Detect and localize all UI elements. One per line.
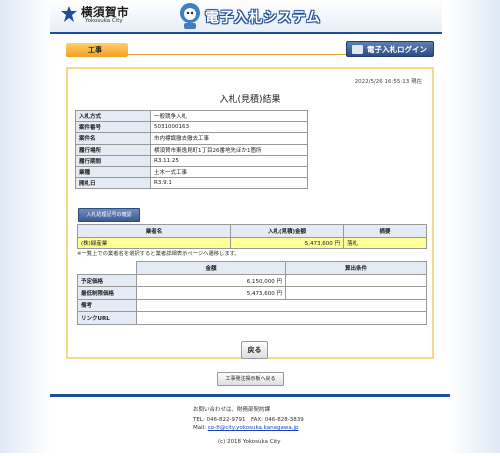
- row-value[interactable]: [136, 311, 427, 325]
- table-row: リンクURL: [77, 311, 427, 325]
- row-amount: 6,150,000 円: [136, 273, 286, 288]
- history-button[interactable]: 入札処理記号の確認: [78, 208, 140, 222]
- row-label: 開札日: [75, 177, 151, 190]
- table-row: 予定価格 6,150,000 円: [77, 273, 427, 288]
- table-row: 備考: [77, 298, 427, 313]
- tab-kouji[interactable]: 工事: [66, 43, 128, 57]
- bid-table: 業者名 入札(見積)金額 摘要 (株)緑産業 5,473,600 円 落札: [77, 224, 427, 249]
- table-row: 入札方式 一般競争入札: [75, 109, 308, 123]
- timestamp: 2022/5/26 16:55:13 現在: [354, 79, 422, 85]
- table-row: (株)緑産業 5,473,600 円 落札: [77, 237, 427, 249]
- mascot-icon: [180, 3, 200, 29]
- price-table: 金額 算出条件 予定価格 6,150,000 円 最低制限価格 5,473,600 …: [77, 261, 427, 325]
- monitor-icon: [352, 45, 363, 54]
- row-label: 案件名: [75, 132, 151, 145]
- row-label: リンクURL: [77, 311, 137, 325]
- footer-copyright: (c) 2018 Yokosuka City: [218, 439, 281, 445]
- project-info-table: 入札方式 一般競争入札 案件番号 5031000163 案件名 市内標識撤去撤去工事 …: [75, 109, 308, 190]
- note-text: ※一覧上での業者名を選択すると業者詳細表示ページへ遷移します。: [77, 251, 240, 257]
- row-value: 市内標識撤去撤去工事: [150, 132, 308, 145]
- login-button-label: 電子入札ログイン: [367, 45, 427, 54]
- row-label: 備考: [77, 298, 137, 313]
- table-row: 開札日 R3.9.1: [75, 177, 308, 190]
- table-row: 業種 土木一式工事: [75, 165, 308, 179]
- tab-bar: 工事 電子入札ログイン: [66, 41, 434, 59]
- row-value: 一般競争入札: [150, 109, 308, 123]
- city-name-sub: Yokosuka City: [85, 18, 123, 24]
- empty-header: [77, 261, 137, 275]
- footer-phone: TEL: 046-822-9791 FAX: 046-828-3839: [193, 417, 304, 423]
- row-label: 最低制限価格: [77, 286, 137, 300]
- table-row: 案件名 市内標識撤去撤去工事: [75, 132, 308, 145]
- table-row: 履行期間 R3.11.25: [75, 154, 308, 167]
- table-header-row: 業者名 入札(見積)金額 摘要: [77, 224, 427, 238]
- login-button[interactable]: 電子入札ログイン: [346, 41, 434, 57]
- row-value: R3.9.1: [150, 177, 308, 190]
- row-label: 入札方式: [75, 109, 151, 123]
- page: 横須賀市 Yokosuka City 電子入札システム 工事 電子入札ログイン …: [0, 0, 500, 456]
- footer: お問い合わせは、財務部契約課 TEL: 046-822-9791 FAX: 04…: [50, 394, 450, 456]
- header: 横須賀市 Yokosuka City 電子入札システム: [50, 0, 442, 34]
- row-value: R3.11.25: [150, 154, 308, 167]
- result-panel: 2022/5/26 16:55:13 現在 入札(見積)結果 入札方式 一般競争入…: [66, 67, 434, 359]
- footer-mail-line: Mail: co-fi@city.yokosuka.kanagawa.jp: [193, 425, 299, 431]
- column-header: 金額: [136, 261, 286, 275]
- row-label: 履行期間: [75, 154, 151, 167]
- column-header: 業者名: [77, 224, 231, 238]
- row-label: 業種: [75, 165, 151, 179]
- footer-mail-link[interactable]: co-fi@city.yokosuka.kanagawa.jp: [208, 425, 299, 431]
- row-label: 履行場所: [75, 143, 151, 156]
- row-value: 横須賀市東逸見町1丁目26番地先ほか1箇所: [150, 143, 308, 156]
- bidder-link[interactable]: (株)緑産業: [77, 237, 231, 249]
- row-value: [136, 298, 427, 313]
- city-emblem-icon: [61, 6, 77, 22]
- table-row: 案件番号 5031000163: [75, 121, 308, 134]
- row-value: 5031000163: [150, 121, 308, 134]
- bid-summary: 落札: [343, 237, 427, 249]
- row-condition: [285, 286, 427, 300]
- footer-mail-prefix: Mail:: [193, 425, 208, 431]
- column-header: 算出条件: [285, 261, 427, 275]
- row-label: 予定価格: [77, 273, 137, 288]
- row-amount: 5,473,600 円: [136, 286, 286, 300]
- app-title: 電子入札システム: [205, 10, 321, 26]
- bid-amount: 5,473,600 円: [230, 237, 344, 249]
- row-label: 案件番号: [75, 121, 151, 134]
- row-value: 土木一式工事: [150, 165, 308, 179]
- column-header: 摘要: [343, 224, 427, 238]
- bulletin-board-button[interactable]: 工事発注掲示板へ戻る: [217, 372, 284, 386]
- table-row: 最低制限価格 5,473,600 円: [77, 286, 427, 300]
- column-header: 入札(見積)金額: [230, 224, 344, 238]
- footer-contact: お問い合わせは、財務部契約課: [193, 407, 271, 413]
- table-header-row: 金額 算出条件: [77, 261, 427, 275]
- row-condition: [285, 273, 427, 288]
- page-title: 入札(見積)結果: [219, 95, 281, 105]
- back-button[interactable]: 戻る: [241, 341, 268, 359]
- table-row: 履行場所 横須賀市東逸見町1丁目26番地先ほか1箇所: [75, 143, 308, 156]
